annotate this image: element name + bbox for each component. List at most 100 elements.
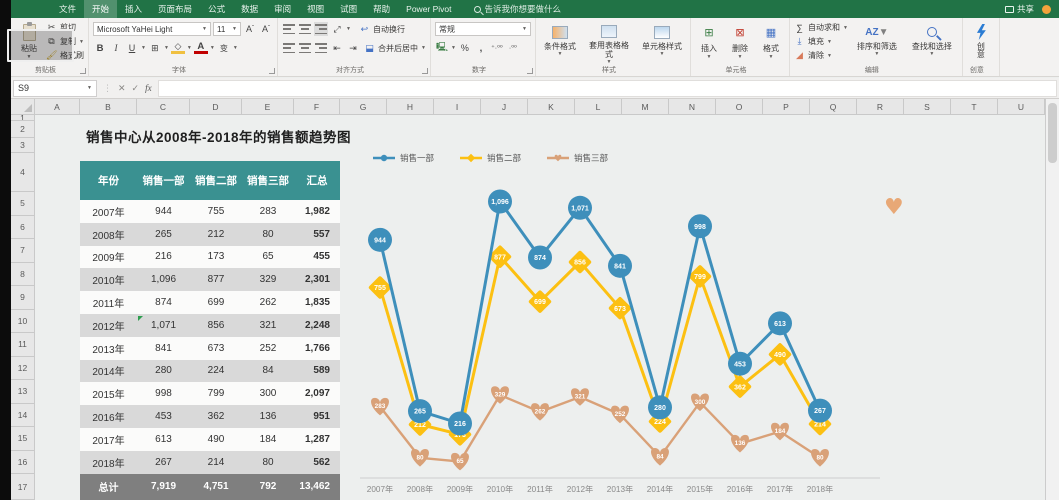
row-header-10[interactable]: 10 [11, 310, 34, 334]
ribbon-tab-帮助[interactable]: 帮助 [365, 0, 398, 18]
row-header-11[interactable]: 11 [11, 333, 34, 357]
table-cell[interactable]: 65 [242, 251, 294, 262]
percent-style-button[interactable]: % [458, 41, 472, 55]
share-button[interactable]: 共享 [1005, 3, 1034, 15]
ribbon-tab-开始[interactable]: 开始 [84, 0, 117, 18]
table-cell[interactable]: 998 [137, 388, 190, 399]
vertical-scrollbar[interactable] [1045, 99, 1059, 500]
ribbon-tab-页面布局[interactable]: 页面布局 [150, 0, 200, 18]
table-cell[interactable]: 944 [137, 206, 190, 217]
fill-button[interactable]: ⤓填充▼ [794, 35, 848, 48]
ribbon-tab-试图[interactable]: 试图 [332, 0, 365, 18]
enter-formula-icon[interactable]: ✓ [132, 83, 140, 94]
table-cell[interactable]: 267 [137, 457, 190, 468]
row-header-5[interactable]: 5 [11, 192, 34, 216]
italic-button[interactable]: I [109, 41, 123, 55]
column-header-F[interactable]: F [294, 99, 340, 114]
row-header-15[interactable]: 15 [11, 427, 34, 451]
table-cell[interactable]: 799 [190, 388, 242, 399]
table-cell[interactable]: 699 [190, 297, 242, 308]
formula-input[interactable] [158, 80, 1057, 97]
table-cell[interactable]: 1,071 [137, 320, 190, 331]
table-cell[interactable]: 874 [137, 297, 190, 308]
conditional-formatting-button[interactable]: 条件格式▼ [540, 21, 580, 65]
table-cell[interactable]: 262 [242, 297, 294, 308]
column-header-A[interactable]: A [35, 99, 80, 114]
table-header-cell[interactable]: 年份 [80, 173, 137, 188]
format-as-table-button[interactable]: 套用表格格式▼ [583, 21, 635, 65]
font-color-button[interactable]: A [194, 42, 208, 54]
column-header-R[interactable]: R [857, 99, 904, 114]
table-cell[interactable]: 7,919 [137, 481, 190, 492]
table-cell[interactable]: 1,835 [294, 297, 340, 308]
table-cell[interactable]: 总计 [80, 479, 137, 494]
table-cell[interactable]: 2,097 [294, 388, 340, 399]
table-cell[interactable]: 214 [190, 457, 242, 468]
cancel-formula-icon[interactable]: ✕ [118, 83, 126, 94]
column-header-N[interactable]: N [669, 99, 716, 114]
table-cell[interactable]: 562 [294, 457, 340, 468]
insert-function-icon[interactable]: fx [145, 83, 152, 93]
phonetic-guide-button[interactable]: 变 [217, 41, 231, 55]
table-cell[interactable]: 265 [137, 229, 190, 240]
table-cell[interactable]: 283 [242, 206, 294, 217]
legend-item-销售一部[interactable]: 销售一部 [373, 153, 435, 163]
increase-decimal-button[interactable]: ⁺·⁰⁰ [490, 41, 504, 55]
table-cell[interactable]: 224 [190, 365, 242, 376]
name-box[interactable]: S9▼ [13, 80, 97, 97]
row-header-4[interactable]: 4 [11, 153, 34, 192]
ribbon-tab-公式[interactable]: 公式 [200, 0, 233, 18]
table-cell[interactable]: 2018年 [80, 455, 137, 470]
table-cell[interactable]: 2,248 [294, 320, 340, 331]
orientation-button[interactable]: ⤢ [330, 22, 344, 36]
table-cell[interactable]: 613 [137, 434, 190, 445]
number-dialog-launcher[interactable] [527, 68, 533, 74]
merge-center-button[interactable]: ⬓合并后居中▼ [364, 42, 426, 55]
column-header-E[interactable]: E [242, 99, 294, 114]
comma-style-button[interactable]: , [474, 41, 488, 55]
clear-button[interactable]: ◢清除▼ [794, 49, 848, 62]
table-cell[interactable]: 280 [137, 365, 190, 376]
table-cell[interactable]: 321 [242, 320, 294, 331]
row-header-17[interactable]: 17 [11, 474, 34, 500]
column-header-G[interactable]: G [340, 99, 387, 114]
table-cell[interactable]: 184 [242, 434, 294, 445]
font-size-select[interactable]: 11▼ [213, 22, 241, 36]
column-header-P[interactable]: P [763, 99, 810, 114]
select-all-corner[interactable] [11, 99, 35, 114]
borders-button[interactable]: ⊞ [148, 41, 162, 55]
table-cell[interactable]: 455 [294, 251, 340, 262]
table-cell[interactable]: 252 [242, 343, 294, 354]
column-header-C[interactable]: C [137, 99, 190, 114]
table-cell[interactable]: 2009年 [80, 249, 137, 264]
table-cell[interactable]: 2007年 [80, 204, 137, 219]
middle-align-button[interactable] [298, 22, 312, 36]
column-header-K[interactable]: K [528, 99, 575, 114]
table-cell[interactable]: 951 [294, 411, 340, 422]
table-cell[interactable]: 755 [190, 206, 242, 217]
table-cell[interactable]: 856 [190, 320, 242, 331]
center-button[interactable] [298, 41, 312, 55]
table-cell[interactable]: 673 [190, 343, 242, 354]
row-header-13[interactable]: 13 [11, 380, 34, 404]
ribbon-tab-审阅[interactable]: 审阅 [266, 0, 299, 18]
table-cell[interactable]: 13,462 [294, 481, 340, 492]
grow-font-button[interactable]: Aˆ [243, 22, 257, 36]
table-cell[interactable]: 173 [190, 251, 242, 262]
table-cell[interactable]: 362 [190, 411, 242, 422]
table-cell[interactable]: 80 [242, 457, 294, 468]
format-cells-button[interactable]: ▦ 格式▼ [757, 21, 785, 65]
ribbon-tab-插入[interactable]: 插入 [117, 0, 150, 18]
increase-indent-button[interactable]: ⇥ [346, 41, 360, 55]
sort-filter-button[interactable]: AZ▼ 排序和筛选▼ [851, 21, 903, 65]
wrap-text-button[interactable]: ↩自动换行 [359, 23, 405, 36]
table-cell[interactable]: 84 [242, 365, 294, 376]
table-cell[interactable]: 877 [190, 274, 242, 285]
table-cell[interactable]: 212 [190, 229, 242, 240]
table-cell[interactable]: 300 [242, 388, 294, 399]
row-header-7[interactable]: 7 [11, 239, 34, 263]
table-cell[interactable]: 1,982 [294, 206, 340, 217]
column-header-B[interactable]: B [80, 99, 137, 114]
cell-styles-button[interactable]: 单元格样式▼ [638, 21, 686, 65]
table-cell[interactable]: 453 [137, 411, 190, 422]
